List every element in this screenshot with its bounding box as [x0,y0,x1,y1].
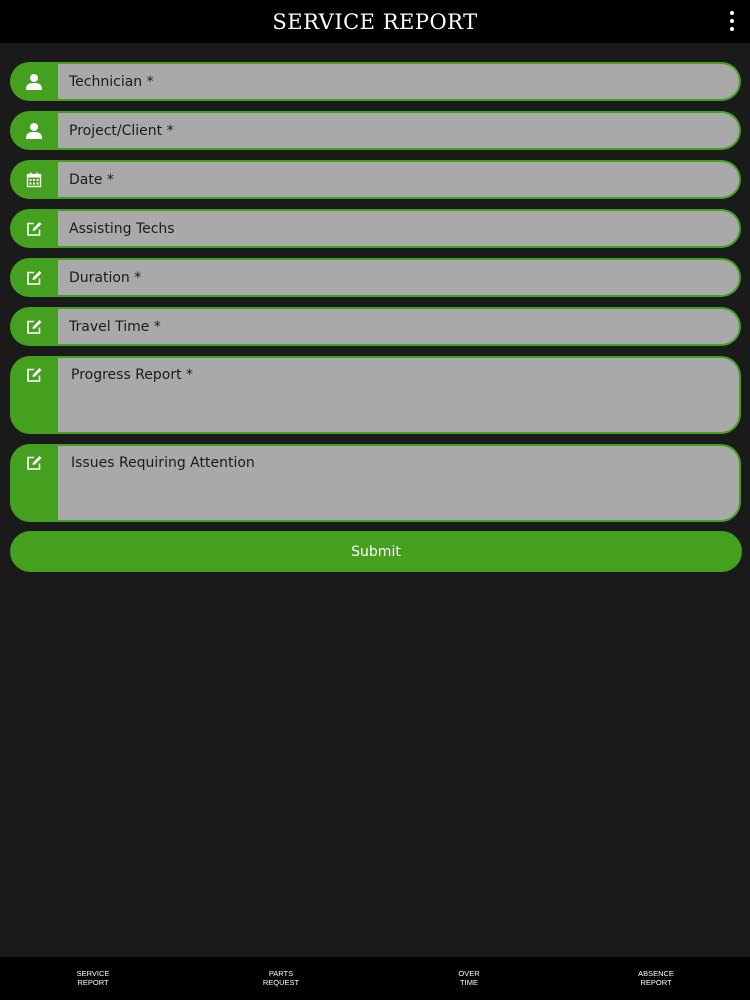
date-field[interactable]: Date * [10,160,741,199]
app-header: SERVICE REPORT [0,0,750,43]
nav-parts-request[interactable]: PARTS REQUEST [241,969,321,987]
issues-requiring-attention-field[interactable]: Issues Requiring Attention [10,444,741,522]
nav-over-time[interactable]: OVER TIME [429,969,509,987]
nav-label-line2: TIME [460,978,478,987]
person-icon [10,111,58,150]
nav-label-line2: REPORT [77,978,109,987]
duration-input[interactable]: Duration * [58,260,739,295]
nav-label-line1: ABSENCE [638,969,674,978]
assisting-techs-input[interactable]: Assisting Techs [58,211,739,246]
technician-field[interactable]: Technician * [10,62,741,101]
edit-icon [10,307,58,346]
progress-report-field[interactable]: Progress Report * [10,356,741,434]
project-client-input[interactable]: Project/Client * [58,113,739,148]
page-title: SERVICE REPORT [272,9,478,34]
edit-icon [10,444,58,522]
bottom-nav: SERVICE REPORT PARTS REQUEST OVER TIME A… [0,957,750,1000]
project-client-field[interactable]: Project/Client * [10,111,741,150]
travel-time-input[interactable]: Travel Time * [58,309,739,344]
travel-time-field[interactable]: Travel Time * [10,307,741,346]
calendar-icon [10,160,58,199]
edit-icon [10,356,58,434]
nav-service-report[interactable]: SERVICE REPORT [53,969,133,987]
edit-icon [10,258,58,297]
duration-field[interactable]: Duration * [10,258,741,297]
nav-label-line2: REPORT [640,978,672,987]
more-vertical-icon[interactable] [728,11,736,31]
assisting-techs-field[interactable]: Assisting Techs [10,209,741,248]
date-input[interactable]: Date * [58,162,739,197]
submit-button[interactable]: Submit [10,531,742,572]
person-icon [10,62,58,101]
edit-icon [10,209,58,248]
service-report-form: Technician * Project/Client * Date * Ass… [10,62,741,532]
progress-report-textarea[interactable]: Progress Report * [58,358,739,432]
nav-label-line1: OVER [458,969,480,978]
nav-label-line1: PARTS [268,969,294,978]
issues-requiring-attention-textarea[interactable]: Issues Requiring Attention [58,446,739,520]
nav-label-line1: SERVICE [76,969,110,978]
nav-absence-report[interactable]: ABSENCE REPORT [616,969,696,987]
nav-label-line2: REQUEST [262,978,300,987]
technician-input[interactable]: Technician * [58,64,739,99]
